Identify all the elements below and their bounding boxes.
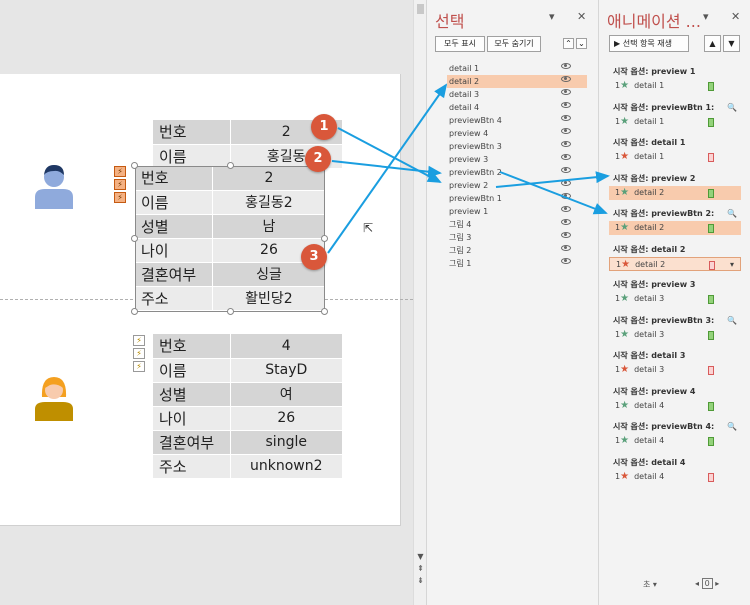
annotation-arrows <box>327 83 610 254</box>
step-badge-2: 2 <box>305 146 331 172</box>
arrow-3 <box>327 83 448 254</box>
arrow-1 <box>337 127 442 183</box>
step-badge-1: 1 <box>311 114 337 140</box>
step-badge-3: 3 <box>301 244 327 270</box>
